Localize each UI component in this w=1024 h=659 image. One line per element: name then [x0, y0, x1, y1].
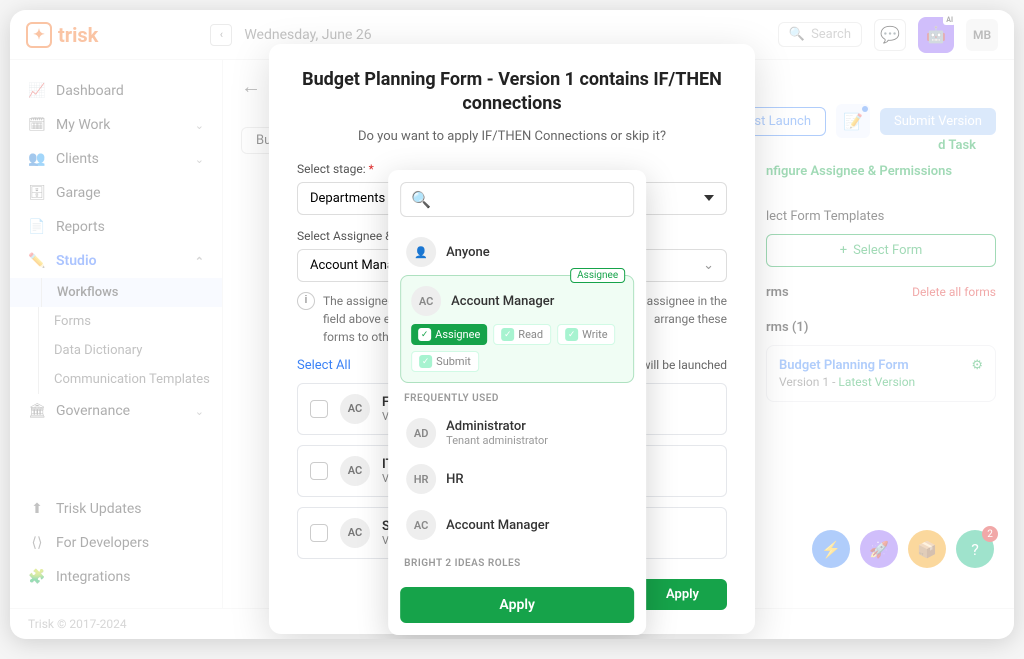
modal-select-all-link[interactable]: Select All	[297, 358, 351, 373]
perm-chip-assignee[interactable]: ✓Assignee	[411, 324, 487, 345]
role-badge: HR	[406, 464, 436, 494]
app-window: ✦ trisk ‹ Wednesday, June 26 🔍 Search 💬 …	[10, 10, 1014, 639]
perm-chip-submit[interactable]: ✓Submit	[411, 351, 479, 372]
dropdown-selected-item[interactable]: Assignee AC Account Manager ✓Assignee ✓R…	[400, 275, 634, 383]
role-badge: AC	[411, 286, 441, 316]
chevron-down-icon	[704, 195, 714, 201]
perm-chip-read[interactable]: ✓Read	[493, 324, 551, 345]
assignee-tag: Assignee	[570, 268, 625, 283]
modal-launch-text: will be launched	[641, 358, 727, 372]
check-icon: ✓	[501, 328, 514, 341]
role-badge: AC	[340, 518, 370, 548]
dropdown-section-frequently-used: FREQUENTLY USED	[404, 393, 634, 404]
check-icon: ✓	[418, 328, 431, 341]
modal-subtitle: Do you want to apply IF/THEN Connections…	[297, 129, 727, 144]
dropdown-section-roles: BRIGHT 2 IDEAS ROLES	[404, 558, 634, 569]
dropdown-item-administrator[interactable]: AD AdministratorTenant administrator	[400, 410, 634, 456]
dropdown-item-hr[interactable]: HR HR	[400, 456, 634, 502]
role-badge: AD	[406, 418, 436, 448]
check-icon: ✓	[419, 355, 432, 368]
role-badge: AC	[340, 456, 370, 486]
perm-chip-write[interactable]: ✓Write	[557, 324, 615, 345]
assignee-dropdown: 🔍 👤 Anyone Assignee AC Account Manager ✓…	[388, 170, 646, 635]
person-icon: 👤	[406, 237, 436, 267]
check-icon: ✓	[565, 328, 578, 341]
checkbox[interactable]	[310, 462, 328, 480]
dropdown-search-input[interactable]	[439, 192, 623, 207]
dropdown-item-account-manager[interactable]: AC Account Manager	[400, 502, 634, 548]
checkbox[interactable]	[310, 400, 328, 418]
search-icon: 🔍	[411, 190, 431, 209]
dropdown-search[interactable]: 🔍	[400, 182, 634, 217]
role-badge: AC	[340, 394, 370, 424]
chevron-down-icon: ⌄	[703, 258, 714, 273]
dropdown-apply-button[interactable]: Apply	[400, 587, 634, 623]
checkbox[interactable]	[310, 524, 328, 542]
info-icon: i	[297, 292, 315, 310]
modal-title: Budget Planning Form - Version 1 contain…	[297, 68, 727, 117]
permission-chips: ✓Assignee ✓Read ✓Write ✓Submit	[411, 324, 623, 372]
role-badge: AC	[406, 510, 436, 540]
modal-apply-button[interactable]: Apply	[638, 579, 727, 610]
